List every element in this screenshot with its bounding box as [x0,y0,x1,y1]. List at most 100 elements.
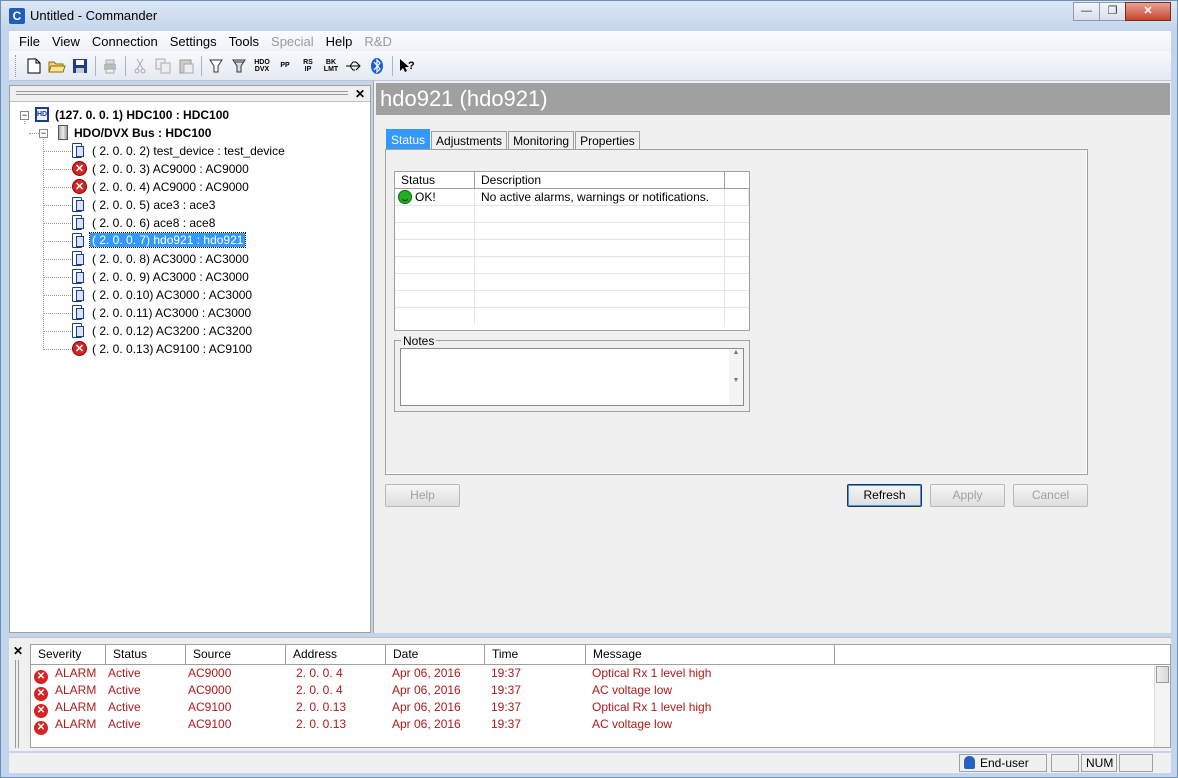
hdo-dvx-button[interactable]: HDO DVX [251,55,273,77]
new-file-icon[interactable] [23,55,45,77]
severity-column-header[interactable]: Severity [31,645,106,664]
filter-icon[interactable] [205,55,227,77]
pp-button[interactable]: PP [274,55,296,77]
menu-settings[interactable]: Settings [164,34,223,49]
cancel-button[interactable]: Cancel [1013,484,1088,507]
copy-icon[interactable] [152,55,174,77]
tree-line [43,187,71,188]
tree-bus-node[interactable]: − HDO/DVX Bus : HDC100 [10,124,370,142]
toolbar-separator [201,55,202,76]
alarm-panel-grip[interactable] [15,660,19,748]
svg-text:?: ? [408,60,415,72]
notes-textarea[interactable]: ▲ ▼ [400,348,744,406]
toolbar-grip[interactable] [15,54,19,77]
tree-device-node[interactable]: ✕ ( 2. 0. 0. 4) AC9000 : AC9000 [10,178,370,196]
status-cell: Active [108,683,141,697]
help-button[interactable]: Help [385,484,460,507]
close-button[interactable]: ✕ [1125,2,1171,21]
open-folder-icon[interactable] [46,55,68,77]
filter-list-icon[interactable] [228,55,250,77]
status-row[interactable]: OK! No active alarms, warnings or notifi… [395,189,749,206]
menu-file[interactable]: File [13,34,46,49]
collapse-icon[interactable]: − [20,111,29,120]
status-row-empty [395,223,749,240]
device-icon [72,215,84,230]
time-column-header[interactable]: Time [485,645,586,664]
tree-panel-grip[interactable] [16,91,348,95]
tree-device-node[interactable]: ( 2. 0. 0. 9) AC3000 : AC3000 [10,268,370,286]
tree-device-node-selected[interactable]: ( 2. 0. 0. 7) hdo921 : hdo921 [10,232,370,250]
tree-device-node[interactable]: ( 2. 0. 0. 6) ace8 : ace8 [10,214,370,232]
tree-device-node[interactable]: ( 2. 0. 0. 5) ace3 : ace3 [10,196,370,214]
address-cell: 2. 0. 0. 4 [296,666,343,680]
alarm-row[interactable]: ✕ ALARM Active AC9000 2. 0. 0. 4 Apr 06, … [31,682,1170,701]
device-icon [72,323,84,338]
status-column-header[interactable]: Status [395,172,475,188]
tab-status[interactable]: Status [386,129,431,149]
date-column-header[interactable]: Date [386,645,485,664]
tab-adjustments[interactable]: Adjustments [431,131,508,149]
rs-ip-line1: RS [303,58,313,66]
toolbar-separator [125,55,126,76]
user-icon [964,756,975,769]
source-column-header[interactable]: Source [186,645,286,664]
alarm-panel-close-icon[interactable]: ✕ [13,644,23,658]
menu-view[interactable]: View [46,34,86,49]
save-icon[interactable] [69,55,91,77]
tree-device-node[interactable]: ( 2. 0. 0.10) AC3000 : AC3000 [10,286,370,304]
source-cell: AC9100 [188,717,232,731]
tree-line [43,169,71,170]
bk-lmt-button[interactable]: BK LMT [320,55,342,77]
usb-icon[interactable] [343,55,365,77]
alarm-row[interactable]: ✕ ALARM Active AC9000 2. 0. 0. 4 Apr 06, … [31,665,1170,684]
tab-properties[interactable]: Properties [575,131,640,149]
address-column-header[interactable]: Address [286,645,386,664]
tree-root-node[interactable]: − HD (127. 0. 0. 1) HDC100 : HDC100 [10,106,370,124]
apply-button[interactable]: Apply [930,484,1005,507]
tree-device-label: ( 2. 0. 0. 4) AC9000 : AC9000 [92,180,249,194]
context-help-icon[interactable]: ? [396,55,418,77]
collapse-icon[interactable]: − [39,129,48,138]
time-cell: 19:37 [491,666,522,680]
status-table: Status Description OK! No active alarms,… [394,171,750,331]
tree-device-node[interactable]: ( 2. 0. 0.11) AC3000 : AC3000 [10,304,370,322]
paste-icon[interactable] [175,55,197,77]
severity-value: ALARM [55,683,97,697]
description-column-header[interactable]: Description [475,172,725,188]
menu-rnd[interactable]: R&D [358,34,397,49]
tree-device-label: ( 2. 0. 0.11) AC3000 : AC3000 [92,306,252,320]
rs-ip-button[interactable]: RS IP [297,55,319,77]
alarm-scrollbar-thumb[interactable] [1156,666,1169,683]
device-detail-panel: hdo921 (hdo921) Status Adjustments Monit… [373,81,1171,633]
tree-line [43,151,71,152]
menu-special[interactable]: Special [265,34,320,49]
status-column-header[interactable]: Status [106,645,186,664]
status-table-header: Status Description [395,172,749,189]
tree-device-label: ( 2. 0. 0. 5) ace3 : ace3 [92,198,216,212]
alarm-scrollbar[interactable] [1154,666,1170,747]
menu-help[interactable]: Help [320,34,359,49]
bluetooth-icon[interactable] [366,55,388,77]
cut-icon[interactable] [129,55,151,77]
tree-device-node[interactable]: ✕ ( 2. 0. 0.13) AC9100 : AC9100 [10,340,370,358]
menu-connection[interactable]: Connection [86,34,164,49]
date-cell: Apr 06, 2016 [392,683,461,697]
restore-button[interactable]: ❐ [1099,2,1126,21]
notes-scrollbar[interactable]: ▲ ▼ [729,349,743,405]
tree-panel-close-icon[interactable]: ✕ [355,87,365,101]
message-column-header[interactable]: Message [586,645,835,664]
alarm-row[interactable]: ✕ ALARM Active AC9100 2. 0. 0.13 Apr 06, … [31,716,1170,735]
minimize-button[interactable]: — [1073,2,1100,21]
print-icon[interactable] [99,55,121,77]
tab-monitoring[interactable]: Monitoring [508,131,575,149]
error-icon: ✕ [72,161,87,176]
tree-device-node[interactable]: ( 2. 0. 0. 2) test_device : test_device [10,142,370,160]
tree-line [43,313,71,314]
tree-device-node[interactable]: ( 2. 0. 0.12) AC3200 : AC3200 [10,322,370,340]
refresh-button[interactable]: Refresh [847,484,922,507]
tree-device-node[interactable]: ( 2. 0. 0. 8) AC3000 : AC3000 [10,250,370,268]
menu-tools[interactable]: Tools [223,34,265,49]
alarm-row[interactable]: ✕ ALARM Active AC9100 2. 0. 0.13 Apr 06, … [31,699,1170,718]
tree-device-node[interactable]: ✕ ( 2. 0. 0. 3) AC9000 : AC9000 [10,160,370,178]
error-icon: ✕ [72,179,87,194]
